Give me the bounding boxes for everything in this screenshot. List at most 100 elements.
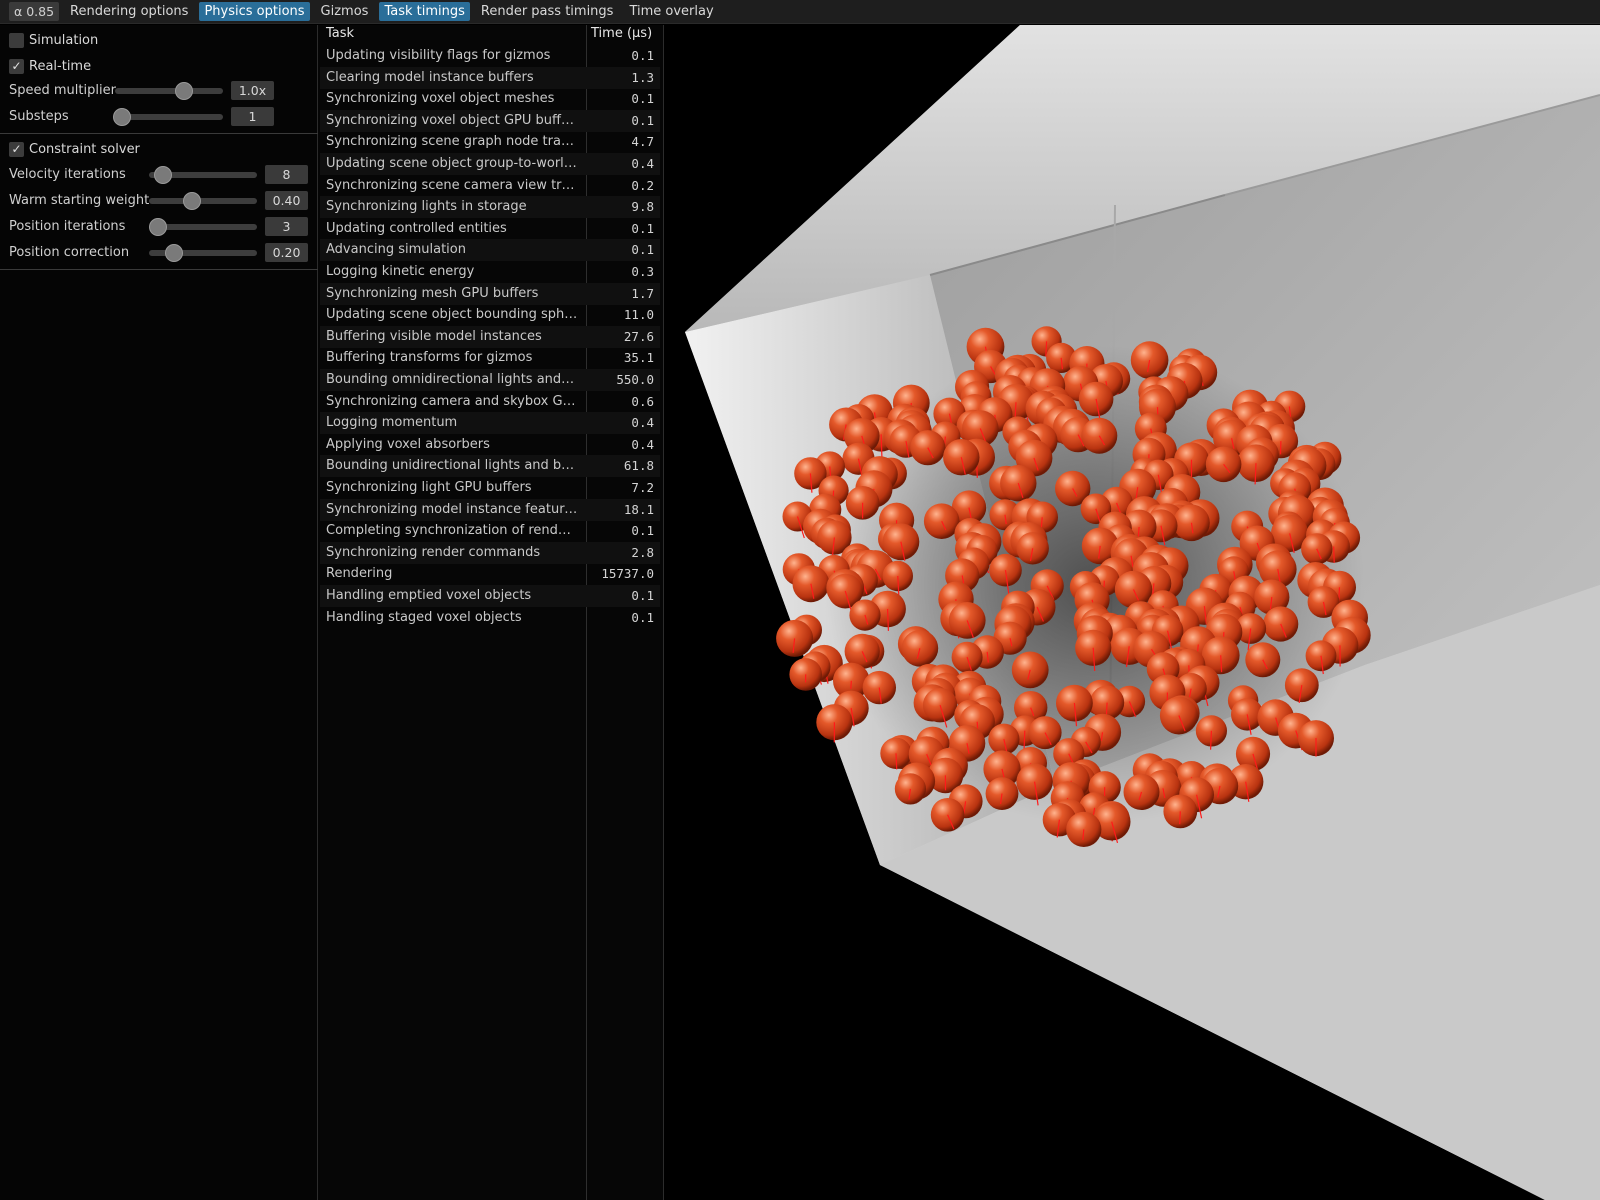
position-iterations-knob[interactable] (149, 218, 167, 236)
sphere-body (862, 670, 896, 705)
table-row: Logging momentum 0.4 (320, 412, 660, 435)
substeps-slider[interactable] (113, 108, 223, 126)
simulation-label: Simulation (29, 32, 99, 48)
task-time: 61.8 (623, 458, 654, 474)
task-time: 0.1 (631, 220, 654, 236)
task-name: Synchronizing camera and skybox GPU r… (326, 393, 578, 409)
task-name: Advancing simulation (326, 242, 466, 258)
task-time: 1.3 (631, 69, 654, 85)
position-correction-row: Position correction 0.20 (9, 243, 309, 263)
task-name: Synchronizing render commands (326, 544, 541, 560)
menu-gizmos[interactable]: Gizmos (316, 2, 374, 21)
position-iterations-value: 3 (265, 217, 308, 236)
task-time: 0.4 (631, 436, 654, 452)
substeps-knob[interactable] (113, 108, 131, 126)
realtime-label: Real-time (29, 58, 92, 74)
sphere-body (1066, 811, 1102, 848)
position-correction-slider[interactable] (149, 244, 257, 262)
table-row: Handling staged voxel objects 0.1 (320, 607, 660, 629)
menu-time-overlay[interactable]: Time overlay (624, 2, 718, 21)
task-name: Synchronizing lights in storage (326, 199, 527, 215)
table-row: Updating scene object bounding spheres 11… (320, 304, 660, 326)
position-iterations-slider[interactable] (149, 218, 257, 236)
alpha-badge: α 0.85 (9, 2, 60, 21)
speed-multiplier-value: 1.0x (231, 81, 274, 100)
sphere-body (1305, 640, 1337, 672)
velocity-gizmo (895, 753, 898, 770)
position-correction-knob[interactable] (165, 244, 183, 262)
task-name: Synchronizing light GPU buffers (326, 480, 532, 495)
velocity-iterations-slider[interactable] (149, 166, 257, 184)
task-time: 35.1 (623, 350, 654, 366)
task-name: Bounding omnidirectional lights and bu… (326, 372, 578, 387)
warm-starting-weight-label: Warm starting weight (9, 193, 150, 208)
task-name: Completing synchronization of render r… (326, 523, 578, 539)
task-name: Handling emptied voxel objects (326, 588, 532, 603)
warm-starting-weight-slider[interactable] (149, 192, 257, 210)
speed-multiplier-knob[interactable] (175, 82, 193, 100)
table-row: Updating visibility flags for gizmos 0.1 (320, 45, 660, 67)
task-time: 0.1 (631, 242, 654, 258)
scene-render (685, 25, 1600, 1200)
table-row: Synchronizing camera and skybox GPU r… 0.… (320, 391, 660, 413)
position-iterations-row: Position iterations 3 (9, 217, 309, 237)
task-name: Synchronizing model instance feature G… (326, 501, 578, 517)
velocity-iterations-knob[interactable] (154, 166, 172, 184)
task-time: 550.0 (616, 372, 654, 387)
task-time: 2.8 (631, 544, 654, 560)
speed-multiplier-slider[interactable] (115, 82, 223, 100)
task-time: 15737.0 (601, 566, 654, 582)
task-time: 9.8 (631, 199, 654, 215)
task-time: 1.7 (631, 285, 654, 301)
menu-rendering-options[interactable]: Rendering options (65, 2, 193, 21)
velocity-gizmo (1179, 811, 1181, 825)
task-name: Buffering visible model instances (326, 328, 542, 344)
simulation-checkbox[interactable] (9, 32, 24, 48)
speed-multiplier-label: Speed multiplier (9, 83, 116, 98)
table-row: Buffering transforms for gizmos 35.1 (320, 347, 660, 369)
constraint-solver-checkbox[interactable]: ✓ (9, 141, 24, 157)
physics-options-panel: Simulation ✓ Real-time Speed multiplier … (0, 25, 318, 1200)
position-correction-value: 0.20 (265, 243, 308, 262)
table-row: Synchronizing voxel object meshes 0.1 (320, 88, 660, 110)
task-name: Applying voxel absorbers (326, 436, 490, 452)
velocity-iterations-row: Velocity iterations 8 (9, 165, 309, 185)
task-name: Synchronizing voxel object GPU buffers (326, 112, 578, 128)
menu-render-pass-timings[interactable]: Render pass timings (476, 2, 619, 21)
realtime-toggle[interactable]: ✓ Real-time (9, 56, 91, 76)
menu-physics-options[interactable]: Physics options (199, 2, 310, 21)
table-row: Handling emptied voxel objects 0.1 (320, 585, 660, 607)
task-name: Synchronizing scene camera view transf… (326, 177, 578, 193)
simulation-toggle[interactable]: Simulation (9, 30, 98, 50)
menu-task-timings[interactable]: Task timings (379, 2, 470, 21)
sphere-body (792, 565, 830, 603)
realtime-checkbox[interactable]: ✓ (9, 58, 24, 74)
velocity-gizmo (880, 434, 883, 457)
table-row: Synchronizing scene camera view transf… 0… (320, 175, 660, 197)
warm-starting-weight-knob[interactable] (183, 192, 201, 210)
task-name: Handling staged voxel objects (326, 609, 522, 625)
task-time: 0.1 (631, 112, 654, 128)
substeps-row: Substeps 1 (9, 107, 309, 127)
warm-starting-weight-row: Warm starting weight 0.40 (9, 191, 309, 211)
task-time: 18.1 (623, 501, 654, 517)
sphere-body (951, 641, 983, 673)
task-name: Synchronizing scene graph node transfo… (326, 134, 578, 150)
task-time: 0.6 (631, 393, 654, 409)
task-column-header: Task (326, 26, 355, 41)
section-divider (0, 269, 318, 270)
task-time: 0.1 (631, 588, 654, 603)
table-row: Updating controlled entities 0.1 (320, 218, 660, 240)
task-time: 11.0 (623, 307, 654, 323)
table-row: Bounding unidirectional lights and buff…… (320, 455, 660, 478)
sphere-body (789, 658, 822, 691)
3d-viewport[interactable] (665, 25, 1600, 1200)
task-name: Synchronizing voxel object meshes (326, 91, 555, 107)
velocity-gizmo (887, 608, 889, 631)
task-time: 0.1 (631, 48, 654, 63)
task-name: Updating scene object group-to-world tr… (326, 156, 578, 171)
table-row: Logging kinetic energy 0.3 (320, 261, 660, 283)
velocity-gizmo (1045, 341, 1048, 357)
constraint-solver-toggle[interactable]: ✓ Constraint solver (9, 139, 140, 159)
substeps-value: 1 (231, 107, 274, 126)
